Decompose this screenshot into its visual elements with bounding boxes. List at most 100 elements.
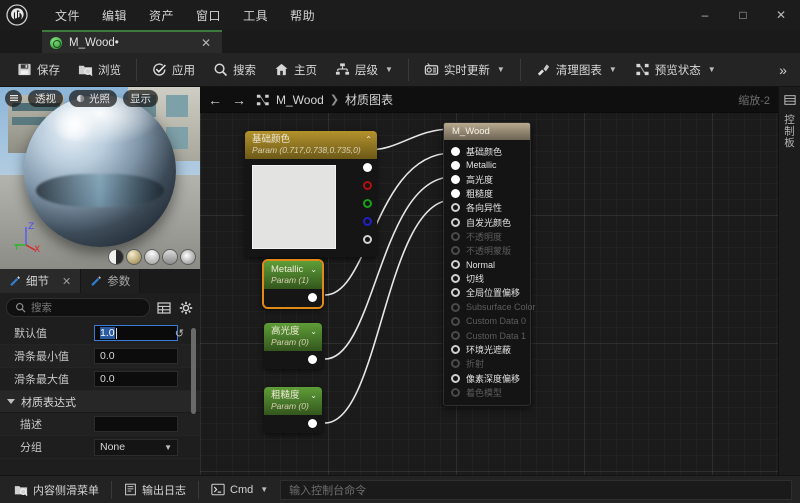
material-input-row[interactable]: 像素深度偏移 [444,371,530,385]
nav-back-button[interactable]: ← [208,92,222,108]
close-icon[interactable]: ✕ [62,275,71,288]
breadcrumb-root[interactable]: M_Wood [276,93,324,107]
pin-normal[interactable] [451,260,460,270]
color-swatch[interactable] [252,165,336,249]
shape-sphere-button[interactable] [126,249,142,265]
node-material-output[interactable]: M_Wood 基础颜色 Metallic 高光度 粗糙度 各向异性 自发光颜色 … [443,122,536,407]
pin-a[interactable] [363,235,372,244]
maximize-button[interactable]: □ [724,0,762,30]
material-input-row[interactable]: 切线 [444,272,530,286]
chevron-down-icon[interactable]: ▼ [260,485,268,494]
pin-tangent[interactable] [451,274,460,284]
material-input-row[interactable]: Metallic [444,158,530,172]
menu-item-window[interactable]: 窗口 [185,3,232,28]
details-scrollbar[interactable] [191,328,196,414]
minimize-button[interactable]: – [686,0,724,30]
chevron-down-icon[interactable]: ⌄ [310,327,317,336]
pin-specular[interactable] [451,174,460,184]
chevron-down-icon[interactable]: ▼ [609,65,617,74]
default-value-input[interactable]: 1.0 [94,325,178,341]
pin-output[interactable] [308,293,317,302]
material-input-row[interactable]: 环境光遮蔽 [444,343,530,357]
pin-base-color[interactable] [451,146,460,156]
node-roughness-param[interactable]: 粗糙度 Param (0) ⌄ [264,387,322,433]
grid-view-icon[interactable] [156,300,172,316]
viewport-show-button[interactable]: 显示 [123,89,158,107]
material-input-row[interactable]: 自发光颜色 [444,215,530,229]
pin-pixel-depth-offset[interactable] [451,373,460,383]
chevron-down-icon[interactable]: ▼ [385,65,393,74]
menu-item-tools[interactable]: 工具 [232,3,279,28]
toolbar-live-update-button[interactable]: 实时更新 ▼ [415,56,514,84]
node-specular-param[interactable]: 高光度 Param (0) ⌄ [264,323,322,369]
tab-m-wood[interactable]: M_Wood• ✕ [42,30,222,53]
toolbar-browse-button[interactable]: 浏览 [69,56,130,84]
toolbar-apply-button[interactable]: 应用 [143,56,204,84]
right-side-panel-rail[interactable]: 控制板 [778,87,800,475]
menu-item-edit[interactable]: 编辑 [91,3,138,28]
node-base-color-param[interactable]: 基础颜色 Param (0.717,0.738,0.735,0) ⌃ [245,131,377,257]
details-search-input[interactable]: 搜索 [6,298,150,317]
menu-item-asset[interactable]: 资产 [138,3,185,28]
shape-cylinder-button[interactable] [144,249,160,265]
group-combo[interactable]: None ▼ [94,438,178,456]
material-input-row[interactable]: 基础颜色 [444,144,530,158]
nav-forward-button[interactable]: → [232,92,246,108]
chevron-down-icon[interactable]: ▼ [497,65,505,74]
slider-min-input[interactable]: 0.0 [94,348,178,364]
material-input-row[interactable]: 高光度 [444,172,530,186]
menu-item-help[interactable]: 帮助 [279,3,326,28]
pin-output[interactable] [308,419,317,428]
content-drawer-button[interactable]: 内容侧滑菜单 [6,479,107,501]
tab-parameters[interactable]: 参数 [81,269,141,293]
pin-output[interactable] [308,355,317,364]
material-graph-canvas[interactable]: 基础颜色 Param (0.717,0.738,0.735,0) ⌃ Metal… [200,87,778,475]
pin-r[interactable] [363,181,372,190]
material-input-row[interactable]: 各向异性 [444,201,530,215]
reset-to-default-icon[interactable]: ↺ [175,327,184,340]
material-input-row[interactable]: 全局位置偏移 [444,286,530,300]
toolbar-hierarchy-button[interactable]: 层级 ▼ [326,56,402,84]
pin-metallic[interactable] [451,160,460,170]
output-log-button[interactable]: 输出日志 [116,479,194,501]
chevron-down-icon[interactable]: ⌄ [310,265,317,274]
pin-g[interactable] [363,199,372,208]
section-material-expression[interactable]: 材质表达式 [0,391,200,413]
slider-max-input[interactable]: 0.0 [94,371,178,387]
toolbar-clean-graph-button[interactable]: 清理图表 ▼ [527,56,626,84]
toolbar-save-button[interactable]: 保存 [8,56,69,84]
settings-gear-icon[interactable] [178,300,194,316]
shape-cube-button[interactable] [162,249,178,265]
pin-ambient-occlusion[interactable] [451,345,460,355]
node-metallic-param[interactable]: Metallic Param (1) ⌄ [262,259,324,309]
panel-icon[interactable] [783,93,796,106]
chevron-up-icon[interactable]: ⌃ [365,135,372,144]
pin-roughness[interactable] [451,189,460,199]
toolbar-preview-state-button[interactable]: 预览状态 ▼ [626,56,725,84]
console-command-input[interactable]: 输入控制台命令 [280,479,792,500]
chevron-down-icon[interactable]: ▼ [708,65,716,74]
toolbar-overflow-button[interactable]: » [772,59,794,81]
toolbar-home-button[interactable]: 主页 [265,56,326,84]
toolbar-search-button[interactable]: 搜索 [204,56,265,84]
viewport-menu-button[interactable] [5,89,22,107]
material-preview-viewport[interactable]: 透视 光照 显示 Z Y X [0,87,200,269]
description-input[interactable] [94,416,178,432]
chevron-down-icon[interactable]: ⌄ [310,391,317,400]
shape-custom-button[interactable] [180,249,196,265]
pin-anisotropy[interactable] [451,203,460,213]
close-icon[interactable]: ✕ [198,36,214,50]
pin-emissive-color[interactable] [451,217,460,227]
cmd-selector-button[interactable]: Cmd ▼ [203,479,276,501]
menu-item-file[interactable]: 文件 [44,3,91,28]
material-input-row[interactable]: Normal [444,258,530,272]
close-button[interactable]: ✕ [762,0,800,30]
pin-b[interactable] [363,217,372,226]
pin-world-position-offset[interactable] [451,288,460,298]
tab-details[interactable]: 细节 ✕ [0,269,82,293]
viewport-perspective-button[interactable]: 透视 [28,89,63,107]
pin-rgba[interactable] [363,163,372,172]
shape-plane-button[interactable] [108,249,124,265]
viewport-lighting-button[interactable]: 光照 [69,89,117,107]
material-input-row[interactable]: 粗糙度 [444,187,530,201]
